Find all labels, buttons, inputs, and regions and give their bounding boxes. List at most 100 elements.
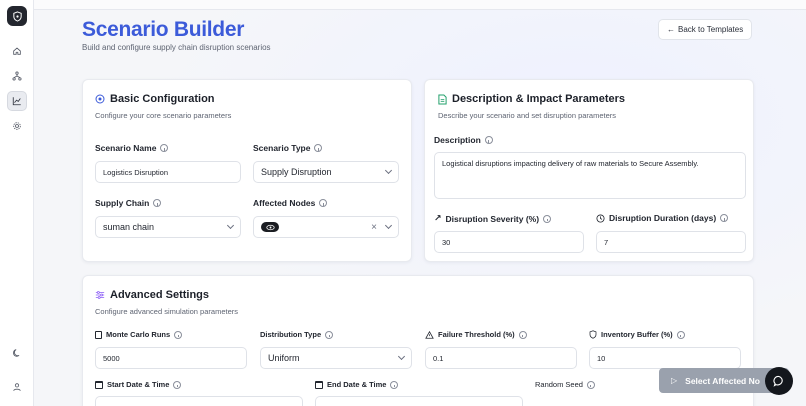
description-impact-subtitle: Describe your scenario and set disruptio… (438, 111, 617, 120)
back-to-templates-button[interactable]: ← Back to Templates (658, 19, 753, 40)
info-icon[interactable] (484, 136, 493, 144)
inventory-buffer-label: Inventory Buffer (%) (589, 330, 685, 339)
supply-chain-select[interactable]: suman chain (95, 216, 241, 238)
info-icon[interactable] (720, 214, 729, 222)
monte-carlo-value: 5000 (103, 353, 120, 363)
affected-nodes-label: Affected Nodes (253, 198, 328, 208)
info-icon[interactable] (153, 199, 162, 207)
moon-icon (13, 349, 20, 357)
description-impact-card: Description & Impact Parameters Describe… (424, 79, 754, 262)
info-icon[interactable] (314, 144, 323, 152)
scenario-name-value: Logistics Disruption (103, 167, 169, 177)
disruption-severity-label-text: Disruption Severity (%) (445, 213, 540, 224)
inventory-buffer-label-text: Inventory Buffer (%) (601, 330, 673, 339)
supply-chain-label: Supply Chain (95, 198, 162, 208)
description-impact-title: Description & Impact Parameters (438, 93, 625, 105)
info-icon[interactable] (676, 330, 685, 339)
basic-configuration-title: Basic Configuration (95, 93, 215, 105)
start-date-label-text: Start Date & Time (107, 380, 170, 389)
disruption-duration-input[interactable]: 7 (596, 231, 746, 253)
info-icon[interactable] (543, 214, 552, 223)
monte-carlo-label: Monte Carlo Runs (95, 330, 183, 339)
chat-button[interactable] (765, 367, 793, 395)
failure-threshold-label-text: Failure Threshold (%) (438, 330, 515, 339)
trend-up-icon: ↗ (434, 213, 442, 223)
chevron-down-icon (384, 166, 393, 175)
info-icon[interactable] (390, 380, 399, 389)
scenario-type-label: Scenario Type (253, 143, 323, 153)
home-icon (13, 47, 21, 55)
sidebar-item-home[interactable] (7, 41, 27, 61)
inventory-buffer-value: 10 (597, 353, 606, 363)
target-icon (95, 94, 105, 104)
scenario-type-label-text: Scenario Type (253, 143, 311, 153)
selected-node-chip[interactable] (261, 222, 279, 232)
app-logo[interactable] (7, 6, 27, 26)
failure-threshold-input[interactable]: 0.1 (425, 347, 577, 369)
description-impact-title-text: Description & Impact Parameters (452, 93, 626, 105)
distribution-type-label-text: Distribution Type (260, 330, 322, 339)
failure-threshold-value: 0.1 (433, 353, 444, 363)
failure-threshold-label: Failure Threshold (%) (425, 330, 527, 339)
inventory-buffer-input[interactable]: 10 (589, 347, 741, 369)
end-date-label-text: End Date & Time (327, 380, 387, 389)
advanced-settings-title-text: Advanced Settings (110, 289, 210, 301)
shield-check-icon (589, 330, 597, 339)
gear-icon (13, 122, 21, 130)
supply-chain-value: suman chain (103, 222, 155, 232)
description-textarea[interactable]: Logistical disruptions impacting deliver… (434, 152, 746, 199)
chart-line-icon (12, 97, 21, 106)
distribution-type-select[interactable]: Uniform (260, 347, 412, 369)
sidebar-item-network[interactable] (7, 66, 27, 86)
random-seed-label-text: Random Seed (535, 380, 583, 389)
distribution-type-value: Uniform (268, 353, 300, 363)
info-icon[interactable] (160, 144, 169, 152)
scenario-type-value: Supply Disruption (261, 167, 332, 177)
scenario-name-label-text: Scenario Name (95, 143, 157, 153)
disruption-duration-value: 7 (604, 237, 609, 247)
sidebar-item-settings[interactable] (7, 116, 27, 136)
affected-nodes-select[interactable]: × (253, 216, 399, 238)
calendar-icon (315, 380, 323, 389)
supply-chain-label-text: Supply Chain (95, 198, 150, 208)
network-icon (12, 71, 22, 81)
sidebar-item-profile[interactable] (7, 377, 27, 397)
monte-carlo-input[interactable]: 5000 (95, 347, 247, 369)
end-date-label: End Date & Time (315, 380, 399, 389)
disruption-severity-label: ↗ Disruption Severity (%) (434, 213, 552, 224)
description-label-text: Description (434, 135, 481, 145)
shield-icon (12, 10, 22, 22)
disruption-duration-label: Disruption Duration (days) (596, 213, 729, 223)
basic-configuration-subtitle: Configure your core scenario parameters (95, 111, 232, 120)
basic-configuration-card: Basic Configuration Configure your core … (82, 79, 412, 262)
info-icon[interactable] (518, 330, 527, 339)
random-seed-label: Random Seed (535, 380, 595, 389)
chevron-down-icon[interactable] (384, 221, 393, 230)
document-icon (438, 94, 447, 104)
back-button-label: Back to Templates (678, 25, 744, 34)
chat-icon (773, 375, 783, 387)
info-icon[interactable] (174, 330, 183, 339)
scenario-name-input[interactable]: Logistics Disruption (95, 161, 241, 183)
sliders-icon (95, 291, 105, 299)
start-date-label: Start Date & Time (95, 380, 182, 389)
user-icon (13, 383, 21, 391)
chevron-down-icon (226, 221, 235, 230)
page-title: Scenario Builder (82, 18, 245, 41)
clear-icon[interactable]: × (371, 222, 377, 233)
info-icon[interactable] (586, 380, 595, 389)
scenario-name-label: Scenario Name (95, 143, 169, 153)
info-icon[interactable] (319, 199, 328, 207)
start-date-input[interactable] (95, 396, 303, 406)
end-date-input[interactable] (315, 396, 523, 406)
affected-nodes-label-text: Affected Nodes (253, 198, 316, 208)
scenario-type-select[interactable]: Supply Disruption (253, 161, 399, 183)
distribution-type-label: Distribution Type (260, 330, 334, 339)
info-icon[interactable] (173, 380, 182, 389)
main-content: Scenario Builder Build and configure sup… (34, 0, 806, 406)
disruption-severity-input[interactable]: 30 (434, 231, 584, 253)
sidebar-item-theme[interactable] (7, 343, 27, 363)
sidebar-item-scenarios[interactable] (7, 91, 27, 111)
monte-carlo-label-text: Monte Carlo Runs (106, 330, 171, 339)
info-icon[interactable] (325, 330, 334, 339)
